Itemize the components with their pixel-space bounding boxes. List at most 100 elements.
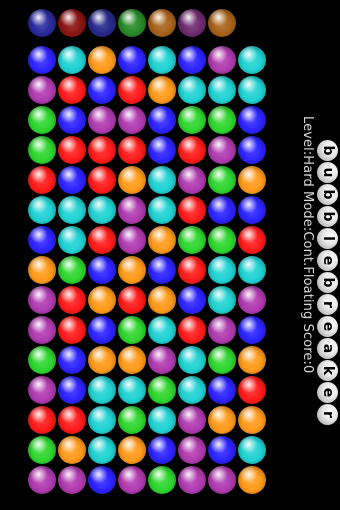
bubble[interactable] bbox=[28, 46, 56, 74]
bubble[interactable] bbox=[28, 466, 56, 494]
bubble[interactable] bbox=[58, 346, 86, 374]
bubble[interactable] bbox=[118, 196, 146, 224]
bubble[interactable] bbox=[208, 76, 236, 104]
bubble[interactable] bbox=[208, 316, 236, 344]
bubble[interactable] bbox=[28, 106, 56, 134]
bubble[interactable] bbox=[148, 166, 176, 194]
bubble[interactable] bbox=[88, 106, 116, 134]
bubble[interactable] bbox=[238, 166, 266, 194]
bubble[interactable] bbox=[58, 226, 86, 254]
bubble[interactable] bbox=[58, 256, 86, 284]
bubble[interactable] bbox=[148, 226, 176, 254]
bubble[interactable] bbox=[208, 226, 236, 254]
bubble[interactable] bbox=[148, 136, 176, 164]
bubble[interactable] bbox=[28, 286, 56, 314]
bubble[interactable] bbox=[148, 406, 176, 434]
bubble[interactable] bbox=[58, 316, 86, 344]
bubble[interactable] bbox=[118, 376, 146, 404]
bubble[interactable] bbox=[118, 106, 146, 134]
bubble[interactable] bbox=[178, 346, 206, 374]
bubble[interactable] bbox=[208, 106, 236, 134]
bubble[interactable] bbox=[88, 256, 116, 284]
bubble[interactable] bbox=[208, 166, 236, 194]
bubble[interactable] bbox=[238, 106, 266, 134]
bubble[interactable] bbox=[118, 466, 146, 494]
bubble[interactable] bbox=[88, 136, 116, 164]
bubble[interactable] bbox=[28, 376, 56, 404]
bubble[interactable] bbox=[238, 256, 266, 284]
bubble[interactable] bbox=[238, 376, 266, 404]
bubble[interactable] bbox=[208, 46, 236, 74]
bubble[interactable] bbox=[88, 46, 116, 74]
bubble[interactable] bbox=[178, 196, 206, 224]
bubble[interactable] bbox=[148, 376, 176, 404]
bubble[interactable] bbox=[238, 346, 266, 374]
bubble[interactable] bbox=[28, 256, 56, 284]
bubble[interactable] bbox=[208, 346, 236, 374]
bubble[interactable] bbox=[28, 406, 56, 434]
bubble[interactable] bbox=[178, 376, 206, 404]
bubble[interactable] bbox=[178, 46, 206, 74]
bubble[interactable] bbox=[148, 286, 176, 314]
bubble[interactable] bbox=[178, 466, 206, 494]
bubble[interactable] bbox=[178, 166, 206, 194]
bubble[interactable] bbox=[118, 76, 146, 104]
bubble[interactable] bbox=[88, 76, 116, 104]
bubble[interactable] bbox=[178, 106, 206, 134]
bubble[interactable] bbox=[178, 76, 206, 104]
bubble[interactable] bbox=[118, 46, 146, 74]
bubble[interactable] bbox=[118, 256, 146, 284]
bubble[interactable] bbox=[58, 136, 86, 164]
bubble[interactable] bbox=[238, 436, 266, 464]
bubble[interactable] bbox=[58, 166, 86, 194]
bubble[interactable] bbox=[88, 196, 116, 224]
bubble[interactable] bbox=[208, 286, 236, 314]
bubble[interactable] bbox=[208, 256, 236, 284]
bubble[interactable] bbox=[88, 286, 116, 314]
bubble[interactable] bbox=[58, 406, 86, 434]
bubble[interactable] bbox=[238, 316, 266, 344]
bubble-board[interactable] bbox=[28, 46, 268, 496]
bubble[interactable] bbox=[118, 406, 146, 434]
bubble[interactable] bbox=[208, 406, 236, 434]
bubble[interactable] bbox=[58, 466, 86, 494]
bubble[interactable] bbox=[208, 466, 236, 494]
bubble[interactable] bbox=[88, 166, 116, 194]
bubble[interactable] bbox=[238, 226, 266, 254]
bubble[interactable] bbox=[178, 286, 206, 314]
bubble[interactable] bbox=[58, 106, 86, 134]
bubble[interactable] bbox=[178, 436, 206, 464]
bubble[interactable] bbox=[58, 376, 86, 404]
bubble[interactable] bbox=[148, 346, 176, 374]
bubble[interactable] bbox=[148, 106, 176, 134]
bubble[interactable] bbox=[88, 316, 116, 344]
bubble[interactable] bbox=[208, 196, 236, 224]
bubble[interactable] bbox=[208, 376, 236, 404]
bubble[interactable] bbox=[118, 166, 146, 194]
bubble[interactable] bbox=[238, 46, 266, 74]
bubble[interactable] bbox=[148, 436, 176, 464]
bubble[interactable] bbox=[58, 286, 86, 314]
bubble[interactable] bbox=[28, 316, 56, 344]
bubble[interactable] bbox=[238, 136, 266, 164]
bubble[interactable] bbox=[178, 226, 206, 254]
bubble[interactable] bbox=[178, 256, 206, 284]
bubble[interactable] bbox=[88, 406, 116, 434]
bubble[interactable] bbox=[118, 436, 146, 464]
bubble[interactable] bbox=[118, 316, 146, 344]
bubble[interactable] bbox=[28, 76, 56, 104]
bubble[interactable] bbox=[238, 76, 266, 104]
bubble[interactable] bbox=[148, 316, 176, 344]
bubble[interactable] bbox=[58, 436, 86, 464]
bubble[interactable] bbox=[178, 316, 206, 344]
bubble[interactable] bbox=[88, 376, 116, 404]
bubble[interactable] bbox=[208, 436, 236, 464]
bubble[interactable] bbox=[118, 226, 146, 254]
bubble[interactable] bbox=[238, 466, 266, 494]
bubble[interactable] bbox=[28, 226, 56, 254]
bubble[interactable] bbox=[148, 196, 176, 224]
bubble[interactable] bbox=[148, 46, 176, 74]
bubble[interactable] bbox=[238, 196, 266, 224]
bubble[interactable] bbox=[28, 196, 56, 224]
bubble[interactable] bbox=[148, 76, 176, 104]
